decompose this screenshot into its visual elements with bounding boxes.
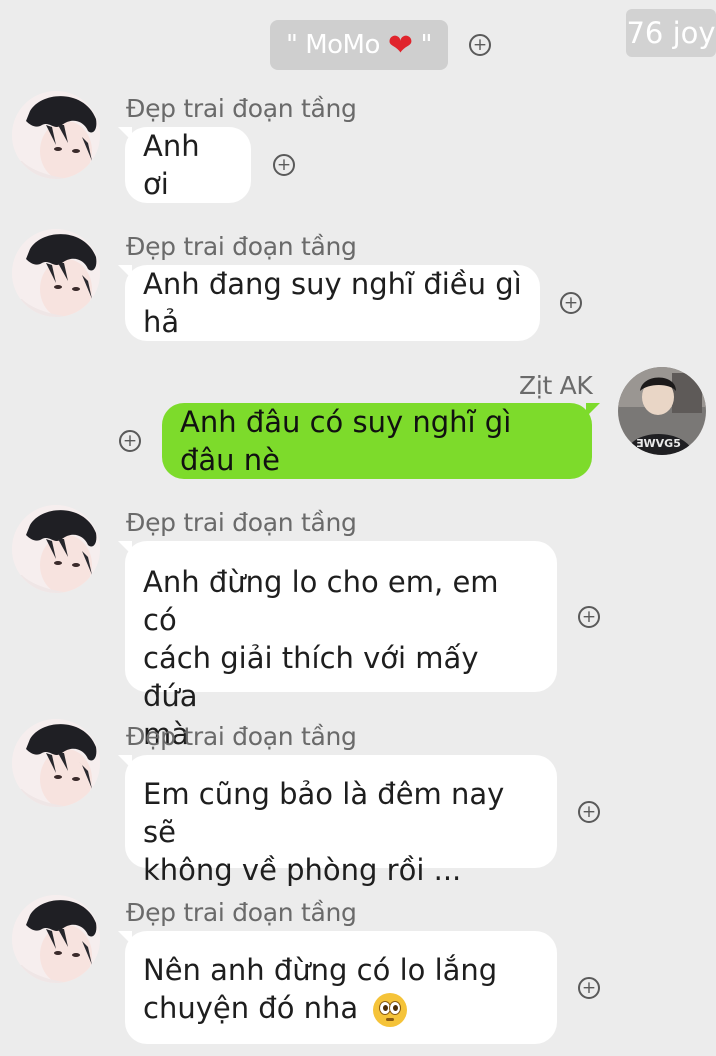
avatar-sender[interactable] <box>12 895 100 983</box>
message-bubble[interactable]: Anh ơi <box>118 127 251 203</box>
chat-title-pill[interactable]: " MoMo ❤ " <box>270 20 448 70</box>
message-text-line: cách giải thích với mấy đứa <box>143 641 479 713</box>
add-reaction-icon[interactable]: + <box>469 34 491 56</box>
sender-name: Đẹp trai đoạn tầng <box>126 722 357 751</box>
avatar-sender[interactable] <box>12 91 100 179</box>
message-text: Anh đâu có suy nghĩ gì đâu nè <box>180 405 512 477</box>
sender-name: Đẹp trai đoạn tầng <box>126 898 357 927</box>
heart-icon: ❤ <box>387 27 413 63</box>
avatar-sender[interactable] <box>12 505 100 593</box>
message-text-line: Nên anh đừng có lo lắng <box>143 953 498 987</box>
add-reaction-icon[interactable]: + <box>119 430 141 452</box>
sender-name: Đẹp trai đoạn tầng <box>126 94 357 123</box>
message-text: Anh đang suy nghĩ điều gì hả <box>143 267 522 339</box>
message-text: Anh ơi <box>143 129 200 201</box>
message-text-line: Anh đừng lo cho em, em có <box>143 565 499 637</box>
message-bubble[interactable]: Nên anh đừng có lo lắng chuyện đó nha <box>118 931 557 1044</box>
avatar-sender[interactable] <box>12 719 100 807</box>
add-reaction-icon[interactable]: + <box>273 154 295 176</box>
message-text-line: Em cũng bảo là đêm nay sẽ <box>143 777 505 849</box>
avatar-sender[interactable] <box>12 229 100 317</box>
message-text-line-with-emoji: chuyện đó nha <box>143 989 408 1027</box>
sender-name: Zịt AK <box>519 371 593 400</box>
watermark-label: 76 joy <box>626 9 716 57</box>
chat-title-close: " <box>420 30 433 60</box>
pleading-face-emoji <box>373 993 408 1027</box>
message-bubble[interactable]: Anh đang suy nghĩ điều gì hả <box>118 265 540 341</box>
add-reaction-icon[interactable]: + <box>578 801 600 823</box>
message-bubble[interactable]: Em cũng bảo là đêm nay sẽ không về phòng… <box>118 755 557 887</box>
chat-title-open: " MoMo <box>285 30 380 60</box>
add-reaction-icon[interactable]: + <box>578 606 600 628</box>
avatar-self[interactable]: ƎWVG5 <box>618 367 706 455</box>
message-text-line: không về phòng rồi ... <box>143 853 462 887</box>
sender-name: Đẹp trai đoạn tầng <box>126 232 357 261</box>
sender-name: Đẹp trai đoạn tầng <box>126 508 357 537</box>
add-reaction-icon[interactable]: + <box>578 977 600 999</box>
message-bubble-outgoing[interactable]: Anh đâu có suy nghĩ gì đâu nè <box>162 403 600 479</box>
message-text: chuyện đó nha <box>143 991 359 1025</box>
add-reaction-icon[interactable]: + <box>560 292 582 314</box>
message-bubble[interactable]: Anh đừng lo cho em, em có cách giải thíc… <box>118 541 557 751</box>
svg-text:ƎWVG5: ƎWVG5 <box>636 437 681 450</box>
